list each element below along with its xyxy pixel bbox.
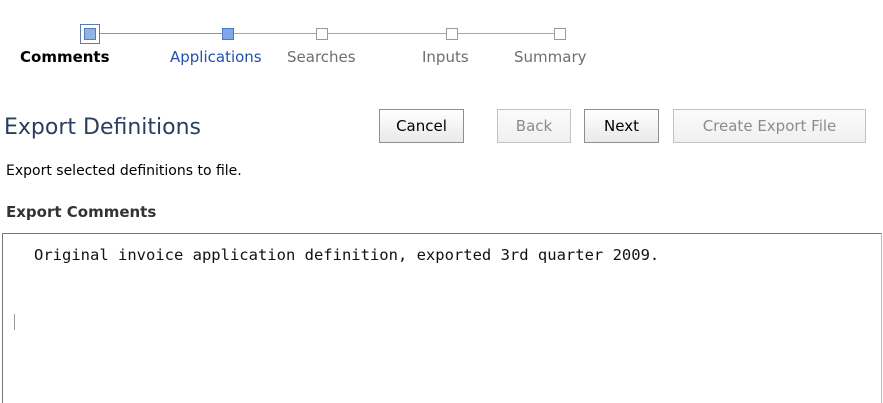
train-step-searches-node — [316, 28, 328, 40]
train-connector — [458, 33, 554, 34]
back-button[interactable]: Back — [497, 109, 571, 143]
train-step-inputs: Inputs — [422, 48, 469, 66]
train-connector — [100, 33, 222, 34]
text-cursor-icon — [14, 314, 15, 330]
train-connector — [234, 33, 316, 34]
train-connector — [328, 33, 446, 34]
train-step-applications[interactable]: Applications — [170, 48, 262, 66]
train-step-summary: Summary — [514, 48, 587, 66]
train-step-inputs-node — [446, 28, 458, 40]
create-export-file-button[interactable]: Create Export File — [673, 109, 866, 143]
page-title: Export Definitions — [4, 115, 202, 140]
train-step-comments: Comments — [20, 48, 110, 66]
train-step-applications-node[interactable] — [222, 28, 234, 40]
export-comments-value: Original invoice application definition,… — [34, 246, 660, 264]
instruction-text: Export selected definitions to file. — [6, 163, 242, 179]
next-button[interactable]: Next — [584, 109, 659, 143]
train-navigation: Comments Applications Searches Inputs Su… — [0, 0, 883, 80]
train-step-comments-node — [80, 24, 100, 44]
train-step-searches: Searches — [287, 48, 356, 66]
cancel-button[interactable]: Cancel — [379, 109, 464, 143]
train-step-summary-node — [554, 28, 566, 40]
export-comments-label: Export Comments — [6, 203, 157, 221]
